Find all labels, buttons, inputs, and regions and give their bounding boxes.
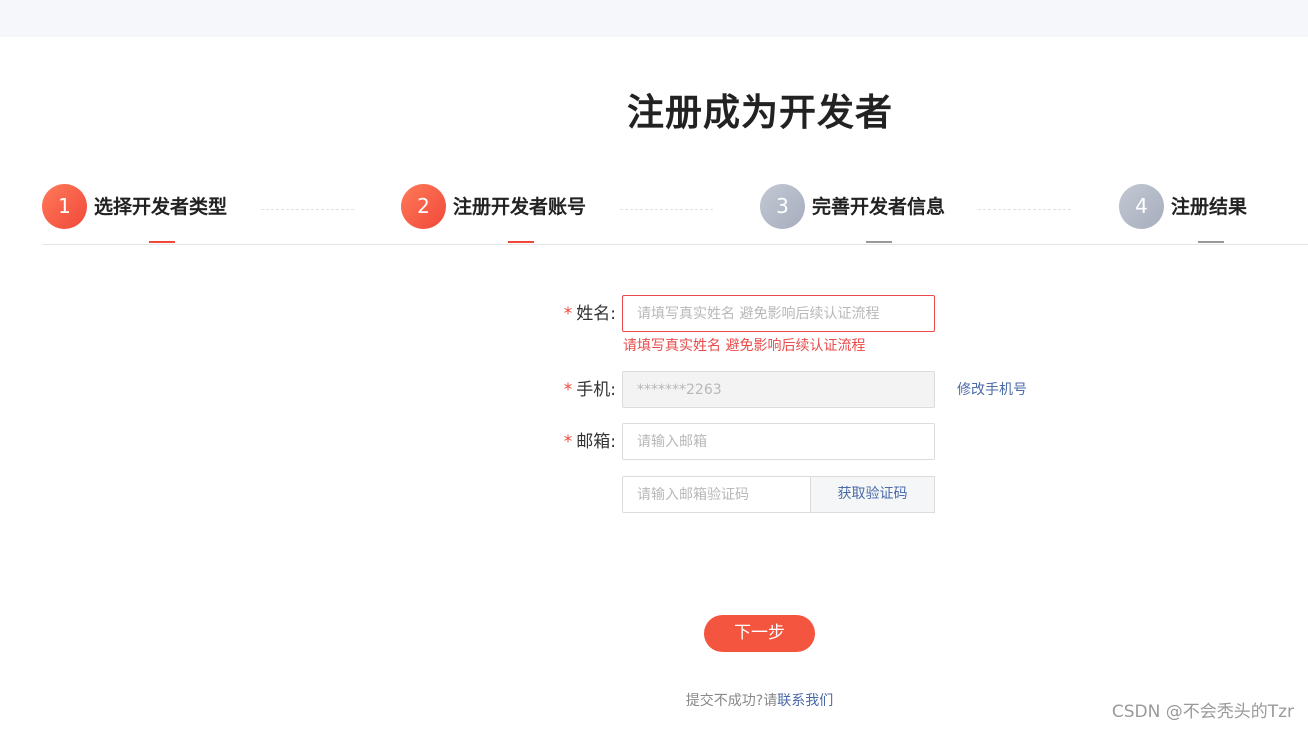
footer-text: 提交不成功?请 <box>685 693 778 709</box>
step-3-number: 3 <box>760 184 805 229</box>
step-1-underline <box>149 241 175 243</box>
step-4-number: 4 <box>1119 184 1164 229</box>
step-connector <box>261 209 354 210</box>
step-4-underline <box>1198 241 1224 243</box>
phone-label: * 手机: <box>563 380 616 400</box>
step-connector <box>620 209 713 210</box>
step-3-label: 完善开发者信息 <box>812 196 946 218</box>
name-input[interactable] <box>622 295 935 332</box>
email-code-input[interactable] <box>622 476 811 513</box>
watermark: CSDN @不会秃头的Tzr <box>1111 702 1294 722</box>
step-1-number: 1 <box>42 184 87 229</box>
step-2-label: 注册开发者账号 <box>453 196 587 218</box>
required-mark: * <box>563 380 573 400</box>
change-phone-link[interactable]: 修改手机号 <box>957 380 1027 400</box>
top-bar <box>0 0 1308 37</box>
step-progress: 1 选择开发者类型 2 注册开发者账号 3 完善开发者信息 4 注册结果 <box>42 183 1308 245</box>
step-2-underline <box>508 241 534 243</box>
step-2-number: 2 <box>401 184 446 229</box>
step-1-label: 选择开发者类型 <box>94 196 228 218</box>
required-mark: * <box>563 304 573 324</box>
name-label: * 姓名: <box>563 304 616 324</box>
required-mark: * <box>563 432 573 452</box>
next-step-button[interactable]: 下一步 <box>704 615 815 652</box>
email-label: * 邮箱: <box>563 432 616 452</box>
name-error-message: 请填写真实姓名 避免影响后续认证流程 <box>623 338 866 354</box>
step-connector <box>978 209 1071 210</box>
contact-us-link[interactable]: 联系我们 <box>777 693 833 709</box>
phone-input <box>622 371 935 408</box>
step-3-underline <box>866 241 892 243</box>
email-input[interactable] <box>622 423 935 460</box>
step-4-label: 注册结果 <box>1171 196 1248 218</box>
page-title: 注册成为开发者 <box>627 91 893 134</box>
get-code-button[interactable]: 获取验证码 <box>810 476 935 513</box>
